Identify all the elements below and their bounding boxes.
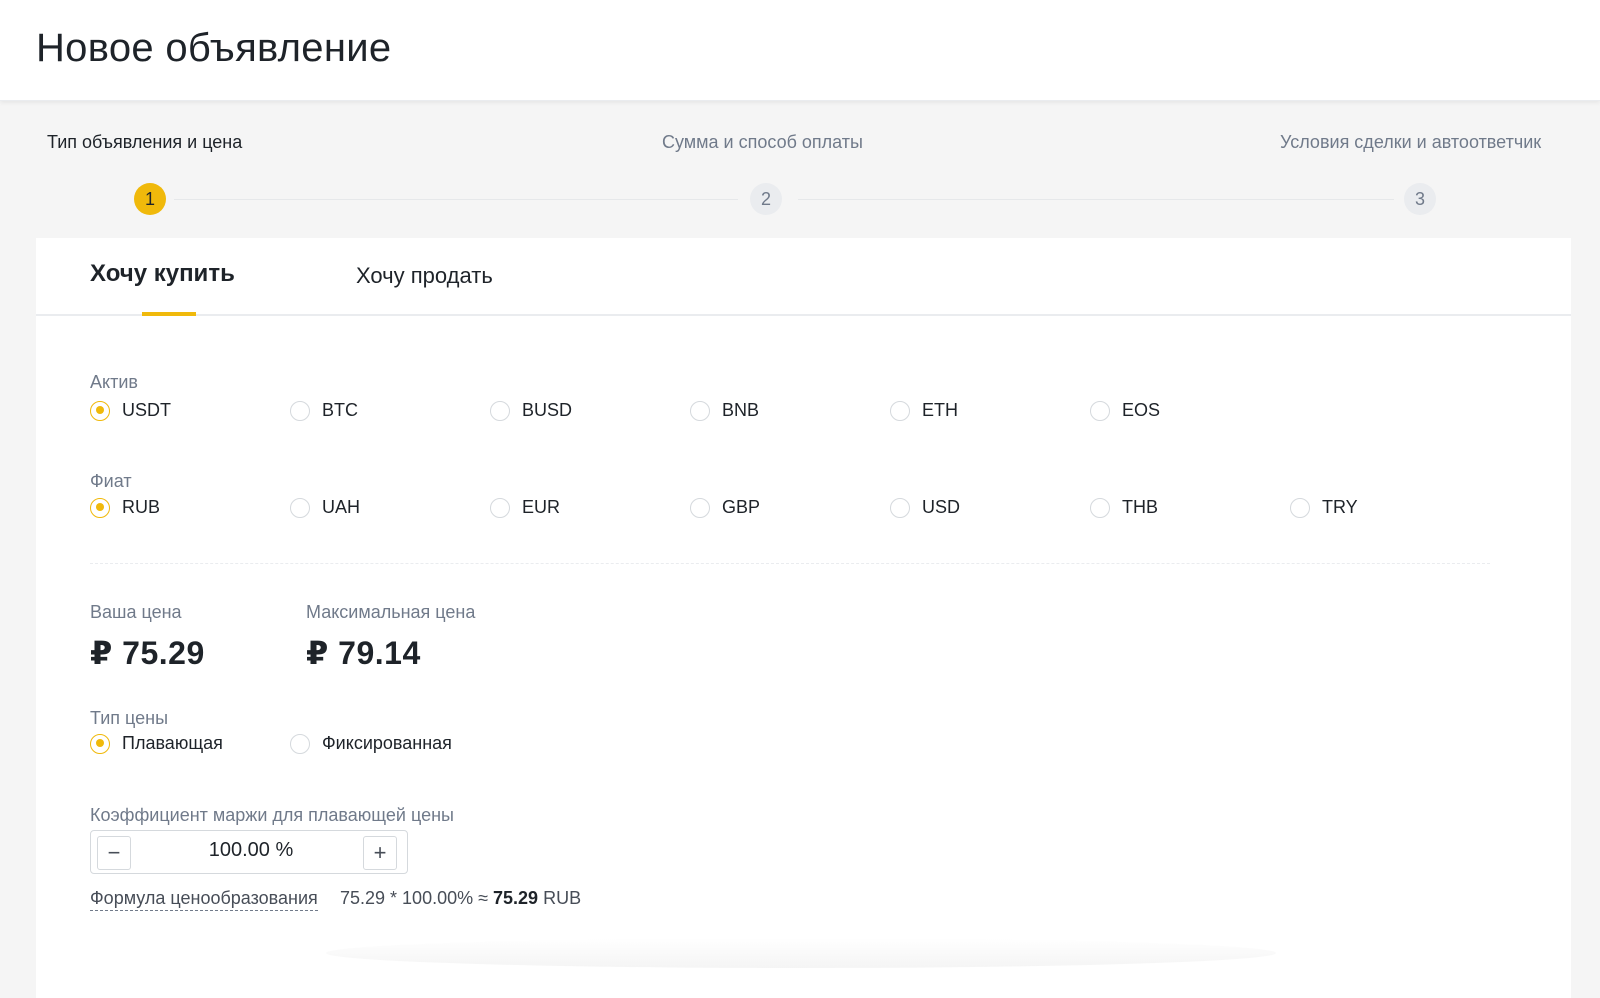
fiat-option[interactable]: USD (890, 497, 960, 518)
asset-option[interactable]: BTC (290, 400, 358, 421)
radio-label: RUB (122, 497, 161, 517)
step-connector (174, 199, 738, 200)
formula-expression: 75.29 * 100.00% ≈ (340, 888, 488, 908)
step-3-label: Условия сделки и автоответчик (1280, 132, 1542, 152)
radio-button[interactable] (1090, 400, 1110, 421)
margin-stepper: − 100.00 % + (90, 830, 408, 874)
asset-label: Актив (90, 372, 138, 392)
price-type-option[interactable]: Фиксированная (290, 733, 452, 754)
minus-icon: − (107, 840, 121, 865)
step-2-circle: 2 (750, 183, 782, 215)
tab-buy[interactable]: Хочу купить (90, 260, 235, 288)
radio-button[interactable] (90, 400, 110, 421)
radio-button[interactable] (490, 497, 510, 518)
radio-label: BTC (322, 400, 358, 420)
asset-option[interactable]: EOS (1090, 400, 1160, 421)
asset-option[interactable]: BUSD (490, 400, 572, 421)
radio-button[interactable] (690, 497, 710, 518)
radio-label: EOS (1122, 400, 1161, 420)
radio-label: USDT (122, 400, 171, 420)
fiat-option[interactable]: THB (1090, 497, 1158, 518)
radio-button[interactable] (890, 497, 910, 518)
margin-input[interactable]: 100.00 % (191, 839, 311, 862)
radio-button[interactable] (90, 497, 110, 518)
plus-icon: + (373, 840, 387, 865)
fiat-option[interactable]: RUB (90, 497, 160, 518)
formula-result: 75.29 (493, 888, 539, 908)
asset-option[interactable]: ETH (890, 400, 958, 421)
radio-button[interactable] (490, 400, 510, 421)
fiat-label: Фиат (90, 471, 132, 491)
page-title: Новое объявление (36, 26, 392, 70)
page-header: Новое объявление (0, 0, 1600, 101)
radio-button[interactable] (890, 400, 910, 421)
asset-option[interactable]: USDT (90, 400, 171, 421)
pricing-formula-link[interactable]: Формула ценообразования (90, 888, 318, 911)
step-3-circle: 3 (1404, 183, 1436, 215)
fiat-option[interactable]: TRY (1290, 497, 1358, 518)
radio-label: Фиксированная (322, 733, 452, 753)
max-price-value: ₽ 79.14 (306, 635, 421, 671)
asset-option[interactable]: BNB (690, 400, 759, 421)
decrease-button[interactable]: − (97, 836, 131, 870)
step-2-label: Сумма и способ оплаты (662, 132, 863, 152)
margin-label: Коэффициент маржи для плавающей цены (90, 805, 454, 825)
radio-label: EUR (522, 497, 561, 517)
max-price-label: Максимальная цена (306, 602, 476, 622)
radio-label: THB (1122, 497, 1158, 517)
radio-button[interactable] (90, 733, 110, 754)
ad-form-card: Хочу купить Хочу продать Актив USDT BTC BU… (36, 238, 1571, 998)
your-price-label: Ваша цена (90, 602, 182, 622)
tabs-border (36, 314, 1571, 316)
your-price-value: ₽ 75.29 (90, 635, 205, 671)
radio-label: Плавающая (122, 733, 223, 753)
section-divider (90, 563, 1490, 564)
price-type-option[interactable]: Плавающая (90, 733, 223, 754)
price-type-label: Тип цены (90, 708, 169, 728)
pricing-formula: 75.29 * 100.00% ≈ 75.29 RUB (340, 888, 581, 909)
radio-button[interactable] (690, 400, 710, 421)
step-1-label: Тип объявления и цена (47, 132, 243, 152)
radio-button[interactable] (290, 497, 310, 518)
radio-button[interactable] (290, 400, 310, 421)
radio-label: TRY (1322, 497, 1358, 517)
radio-label: BNB (722, 400, 760, 420)
fiat-option[interactable]: EUR (490, 497, 560, 518)
formula-currency: RUB (543, 888, 582, 908)
radio-label: UAH (322, 497, 361, 517)
radio-label: GBP (722, 497, 761, 517)
radio-button[interactable] (1290, 497, 1310, 518)
active-tab-indicator (142, 312, 196, 316)
tab-sell[interactable]: Хочу продать (356, 263, 493, 289)
radio-button[interactable] (1090, 497, 1110, 518)
step-connector (798, 199, 1394, 200)
step-1-circle: 1 (134, 183, 166, 215)
fiat-option[interactable]: GBP (690, 497, 760, 518)
radio-label: ETH (922, 400, 958, 420)
fiat-option[interactable]: UAH (290, 497, 360, 518)
radio-button[interactable] (290, 733, 310, 754)
increase-button[interactable]: + (363, 836, 397, 870)
radio-label: USD (922, 497, 961, 517)
footer-shadow (326, 938, 1276, 968)
radio-label: BUSD (522, 400, 573, 420)
